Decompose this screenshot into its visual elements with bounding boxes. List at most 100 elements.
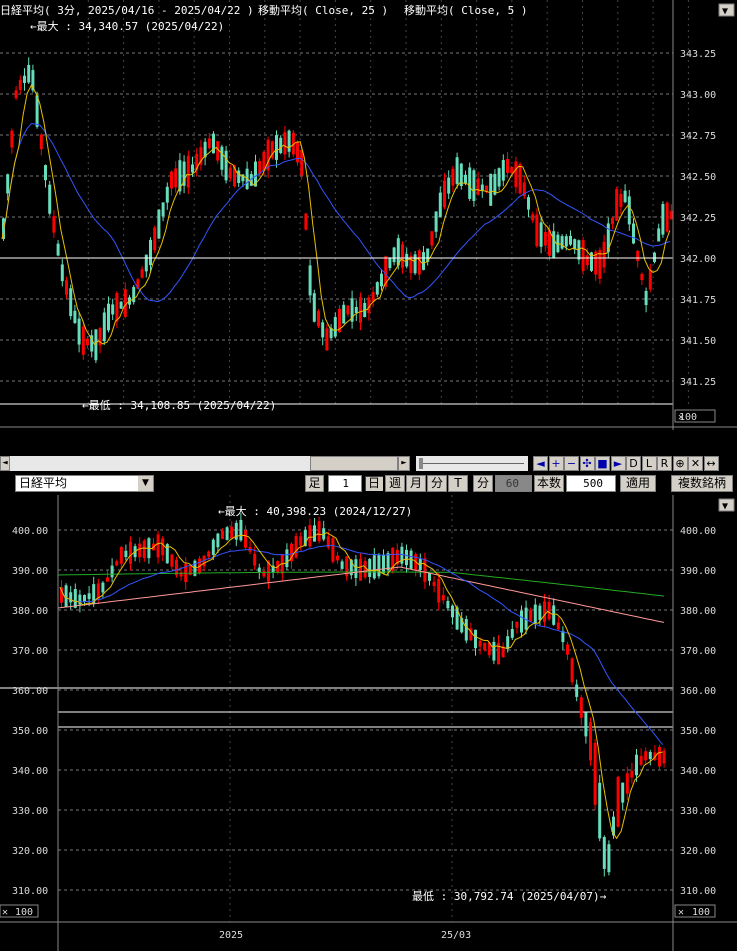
candle xyxy=(529,609,533,622)
y-tick-label-right: 360.00 xyxy=(680,686,716,697)
candle xyxy=(23,75,26,83)
zoom-close-icon[interactable]: ✕ xyxy=(678,907,684,918)
scroll-thumb[interactable] xyxy=(310,456,398,471)
candle xyxy=(640,273,644,281)
nav-forward-icon[interactable]: ► xyxy=(610,456,626,471)
candle xyxy=(616,776,620,827)
y-tick-label-right: 370.00 xyxy=(680,646,716,657)
chevron-down-icon[interactable]: ▼ xyxy=(138,476,153,491)
intraday-chart[interactable]: 日経平均( 3分, 2025/04/16 - 2025/04/22 ) 移動平均… xyxy=(0,0,737,430)
candle xyxy=(598,782,602,839)
candle xyxy=(60,264,64,282)
scroll-track[interactable] xyxy=(10,456,310,471)
candle xyxy=(472,170,476,201)
candle xyxy=(129,541,132,564)
candle xyxy=(602,241,606,268)
candle xyxy=(342,304,346,324)
nav-close-icon[interactable]: ✕ xyxy=(688,456,703,471)
nav-back-icon[interactable]: ◄ xyxy=(533,456,548,471)
candle xyxy=(635,754,638,776)
y-tick-label-left: 390.00 xyxy=(12,566,48,577)
candle xyxy=(632,223,635,244)
nav-line-icon[interactable]: L xyxy=(641,456,657,471)
zoom-close-icon[interactable]: ✕ xyxy=(2,907,8,918)
candle xyxy=(333,317,337,337)
nav-magnify-icon[interactable]: ⊕ xyxy=(672,456,688,471)
range-slider-handle[interactable] xyxy=(419,458,423,469)
multi-symbol-button[interactable]: 複数銘柄 xyxy=(671,475,733,492)
candle xyxy=(615,189,619,221)
apply-button[interactable]: 適用 xyxy=(620,475,656,492)
candle xyxy=(538,605,542,621)
candle xyxy=(430,231,434,246)
candle xyxy=(464,174,467,184)
scroll-left-button[interactable]: ◄ xyxy=(0,456,10,471)
period-button[interactable]: 分 xyxy=(427,475,447,492)
candle xyxy=(548,230,551,256)
candle xyxy=(413,254,417,274)
candle xyxy=(569,235,572,245)
candle xyxy=(510,628,514,638)
y-tick-label-right: 350.00 xyxy=(680,726,716,737)
y-tick-label-right: 330.00 xyxy=(680,806,716,817)
nav-zoom-in-icon[interactable]: + xyxy=(548,456,564,471)
nav-daily-icon[interactable]: D xyxy=(626,456,641,471)
candle xyxy=(388,258,392,269)
candle xyxy=(396,238,400,266)
count-input[interactable]: 500 xyxy=(566,475,616,492)
candle xyxy=(56,243,60,256)
nav-stop-icon[interactable]: ■ xyxy=(595,456,610,471)
nav-reset-icon[interactable]: R xyxy=(657,456,672,471)
period-button[interactable]: 月 xyxy=(406,475,426,492)
ma5-legend: 移動平均( Close, 5 ) xyxy=(404,3,527,17)
candle xyxy=(119,546,123,564)
period-button[interactable]: T xyxy=(448,475,468,492)
candle xyxy=(244,530,247,548)
period-button[interactable]: 日 xyxy=(364,475,384,492)
nav-zoom-out-icon[interactable]: − xyxy=(564,456,579,471)
candle xyxy=(73,589,77,608)
y-tick-label-right: 320.00 xyxy=(680,846,716,857)
candle xyxy=(64,585,68,608)
candle xyxy=(483,643,487,651)
candle xyxy=(149,239,152,266)
nav-move-icon[interactable]: ✣ xyxy=(579,456,595,471)
candle xyxy=(543,231,547,246)
candle xyxy=(225,527,229,540)
candle xyxy=(547,601,551,620)
candle xyxy=(474,629,477,649)
candle xyxy=(438,192,442,217)
candle xyxy=(593,742,597,805)
candle xyxy=(607,844,611,873)
x-tick-label: 25/03 xyxy=(441,930,471,941)
candle xyxy=(170,171,173,189)
symbol-select-value: 日経平均 xyxy=(19,476,68,490)
candle xyxy=(575,684,579,697)
daily-chart[interactable]: ←最大 : 40,398.23 (2024/12/27) 最低 : 30,792… xyxy=(0,495,737,951)
y-tick-label-right: 310.00 xyxy=(680,886,716,897)
candle xyxy=(556,622,560,630)
candle xyxy=(73,310,77,323)
candle xyxy=(331,538,335,562)
candle xyxy=(106,577,109,582)
zoom-close-icon[interactable]: ✕ xyxy=(678,412,684,423)
y-tick-label: 342.25 xyxy=(680,213,716,224)
candle xyxy=(65,280,68,295)
range-slider[interactable] xyxy=(416,456,528,471)
candle xyxy=(27,64,31,83)
candle xyxy=(386,553,390,571)
period-button[interactable]: 週 xyxy=(385,475,405,492)
foot-input[interactable]: 1 xyxy=(328,475,362,492)
minute-input[interactable]: 60 xyxy=(495,475,532,492)
candle xyxy=(86,338,89,346)
scroll-right-button[interactable]: ► xyxy=(398,456,410,471)
candle xyxy=(308,265,312,296)
candle xyxy=(464,619,468,641)
candle xyxy=(417,250,421,275)
nav-fit-icon[interactable]: ↔ xyxy=(703,456,719,471)
candle xyxy=(506,159,509,173)
candle xyxy=(368,558,372,577)
candle xyxy=(340,561,344,569)
candle xyxy=(665,202,669,232)
symbol-select[interactable]: 日経平均 ▼ xyxy=(15,475,154,492)
